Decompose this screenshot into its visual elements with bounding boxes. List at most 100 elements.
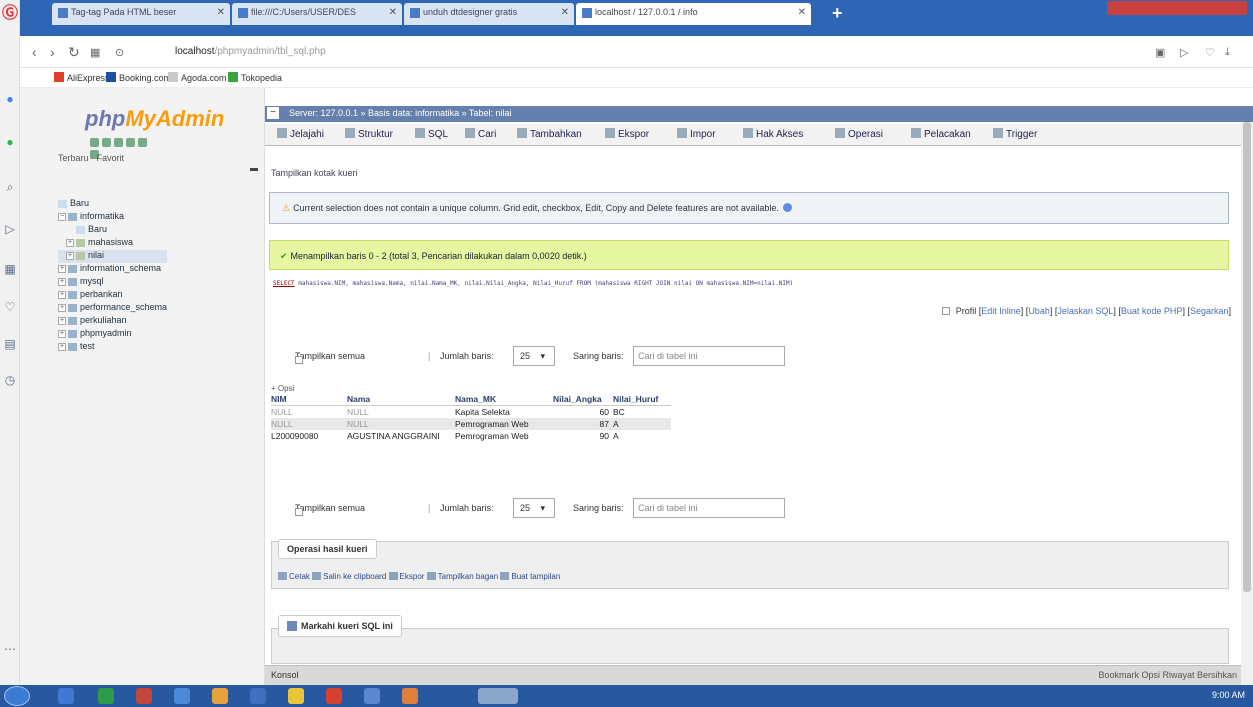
download-icon[interactable]: ⤓ xyxy=(1225,46,1230,59)
browser-tab[interactable]: unduh dtdesigner gratis ✕ xyxy=(404,3,574,25)
tree-item-db[interactable]: + perkuliahan xyxy=(58,315,167,328)
speed-dial-icon[interactable]: ▦ xyxy=(90,46,100,59)
history-icon[interactable]: ◷ xyxy=(3,373,17,387)
show-all-toggle[interactable]: Tampilkan semua xyxy=(295,503,365,516)
options-toggle[interactable]: + Opsi xyxy=(271,384,294,393)
browser-tab[interactable]: file:///C:/Users/USER/DES ✕ xyxy=(232,3,402,25)
checkbox-icon[interactable] xyxy=(295,356,303,364)
expand-icon[interactable]: + xyxy=(58,277,66,286)
column-header[interactable]: Nama_MK xyxy=(455,393,553,406)
browser-tab[interactable]: Tag-tag Pada HTML beser ✕ xyxy=(52,3,230,25)
rows-select[interactable]: 25 ▾ xyxy=(513,346,555,366)
expand-icon[interactable]: + xyxy=(58,303,66,312)
console-bar[interactable]: Konsol Bookmark Opsi Riwayat Bersihkan xyxy=(265,665,1245,685)
rows-select[interactable]: 25 ▾ xyxy=(513,498,555,518)
site-info-icon[interactable]: ⊙ xyxy=(115,46,124,59)
edit-link[interactable]: Ubah xyxy=(1028,306,1050,316)
expand-icon[interactable]: + xyxy=(58,329,66,338)
collapse-all-icon[interactable] xyxy=(250,168,258,171)
bookmark-item[interactable]: Booking.com xyxy=(106,72,171,83)
tab-close-icon[interactable]: ✕ xyxy=(389,7,397,18)
taskbar-app-icon[interactable] xyxy=(58,688,74,704)
tree-item-db[interactable]: − informatika xyxy=(58,211,167,224)
explain-sql-link[interactable]: Jelaskan SQL xyxy=(1057,306,1113,316)
tab-jelajahi[interactable]: Jelajahi xyxy=(277,128,324,140)
taskbar-app-icon[interactable] xyxy=(174,688,190,704)
whatsapp-icon[interactable]: ● xyxy=(3,135,17,149)
console-toggle[interactable]: Konsol xyxy=(271,670,299,680)
grid-icon[interactable]: ▦ xyxy=(3,262,17,276)
tab-struktur[interactable]: Struktur xyxy=(345,128,393,140)
filter-input[interactable]: Cari di tabel ini xyxy=(633,346,785,366)
tree-item-db[interactable]: + phpmyadmin xyxy=(58,328,167,341)
tree-item-new[interactable]: Baru xyxy=(58,198,167,211)
tab-pelacakan[interactable]: Pelacakan xyxy=(911,128,971,140)
taskbar-app-icon[interactable] xyxy=(402,688,418,704)
bookmark-item[interactable]: Agoda.com xyxy=(168,72,227,83)
taskbar-app-icon[interactable] xyxy=(364,688,380,704)
tab-close-icon[interactable]: ✕ xyxy=(561,7,569,18)
taskbar-app-icon[interactable] xyxy=(136,688,152,704)
scrollbar[interactable] xyxy=(1241,122,1253,685)
docs-icon[interactable] xyxy=(126,138,135,147)
refresh-link[interactable]: Segarkan xyxy=(1190,306,1229,316)
show-all-toggle[interactable]: Tampilkan semua xyxy=(295,351,365,364)
column-header[interactable]: NIM xyxy=(271,393,347,406)
expand-icon[interactable]: + xyxy=(58,290,66,299)
collapse-icon[interactable]: − xyxy=(58,212,66,221)
help-icon[interactable] xyxy=(782,203,792,212)
tree-item-table[interactable]: + mahasiswa xyxy=(58,237,167,250)
taskbar-app-icon[interactable] xyxy=(250,688,266,704)
favorites-tab[interactable]: Favorit xyxy=(97,153,125,163)
show-query-box-link[interactable]: Tampilkan kotak kueri xyxy=(271,168,358,178)
column-header[interactable]: Nilai_Huruf xyxy=(613,393,671,406)
copy-clipboard-link[interactable]: Salin ke clipboard xyxy=(312,572,386,581)
reload-icon[interactable]: ↻ xyxy=(68,44,80,61)
reader-icon[interactable]: ▷ xyxy=(1180,46,1188,59)
taskbar-app-icon[interactable] xyxy=(288,688,304,704)
tree-item-table-selected[interactable]: + nilai xyxy=(58,250,168,263)
taskbar-app-icon[interactable] xyxy=(478,688,518,704)
tab-hak-akses[interactable]: Hak Akses xyxy=(743,128,803,140)
heart-icon[interactable]: ♡ xyxy=(3,300,17,314)
tree-item-db[interactable]: + performance_schema xyxy=(58,302,167,315)
back-icon[interactable]: ‹ xyxy=(32,44,37,60)
checkbox-icon[interactable] xyxy=(295,508,303,516)
bookmark-item[interactable]: AliExpress xyxy=(54,72,110,83)
tab-close-icon[interactable]: ✕ xyxy=(217,7,225,18)
console-actions[interactable]: Bookmark Opsi Riwayat Bersihkan xyxy=(1098,670,1237,680)
column-header[interactable]: Nilai_Angka xyxy=(553,393,613,406)
snapshot-icon[interactable]: ▣ xyxy=(1155,46,1165,59)
tree-item-db[interactable]: + information_schema xyxy=(58,263,167,276)
create-view-link[interactable]: Buat tampilan xyxy=(500,572,560,581)
tab-tambahkan[interactable]: Tambahkan xyxy=(517,128,582,140)
tab-impor[interactable]: Impor xyxy=(677,128,716,140)
checkbox-icon[interactable] xyxy=(941,307,950,315)
tab-cari[interactable]: Cari xyxy=(465,128,496,140)
home-icon[interactable] xyxy=(90,138,99,147)
expand-icon[interactable]: + xyxy=(66,238,74,247)
tab-sql[interactable]: SQL xyxy=(415,128,448,140)
column-header[interactable]: Nama xyxy=(347,393,455,406)
messenger-icon[interactable]: ● xyxy=(3,92,17,106)
bookmark-sql-title[interactable]: Markahi kueri SQL ini xyxy=(278,615,402,637)
search-icon[interactable]: ⌕ xyxy=(3,180,17,194)
tab-operasi[interactable]: Operasi xyxy=(835,128,883,140)
url-field[interactable]: localhost/phpmyadmin/tbl_sql.php xyxy=(175,46,326,57)
notes-icon[interactable]: ▤ xyxy=(3,337,17,351)
print-link[interactable]: Cetak xyxy=(278,572,310,581)
scrollbar-thumb[interactable] xyxy=(1243,122,1251,592)
tab-close-icon[interactable]: ✕ xyxy=(798,7,806,18)
tab-ekspor[interactable]: Ekspor xyxy=(605,128,649,140)
export-link[interactable]: Ekspor xyxy=(388,572,424,581)
play-icon[interactable]: ▷ xyxy=(3,222,17,236)
filter-input[interactable]: Cari di tabel ini xyxy=(633,498,785,518)
query-window-icon[interactable] xyxy=(114,138,123,147)
clock[interactable]: 9:00 AM xyxy=(1212,690,1245,700)
edit-inline-link[interactable]: Edit Inline xyxy=(981,306,1021,316)
more-icon[interactable]: ⋯ xyxy=(3,642,17,656)
expand-icon[interactable]: + xyxy=(58,264,66,273)
taskbar-app-icon[interactable] xyxy=(326,688,342,704)
bookmark-item[interactable]: Tokopedia xyxy=(228,72,282,83)
start-button[interactable] xyxy=(4,686,30,706)
